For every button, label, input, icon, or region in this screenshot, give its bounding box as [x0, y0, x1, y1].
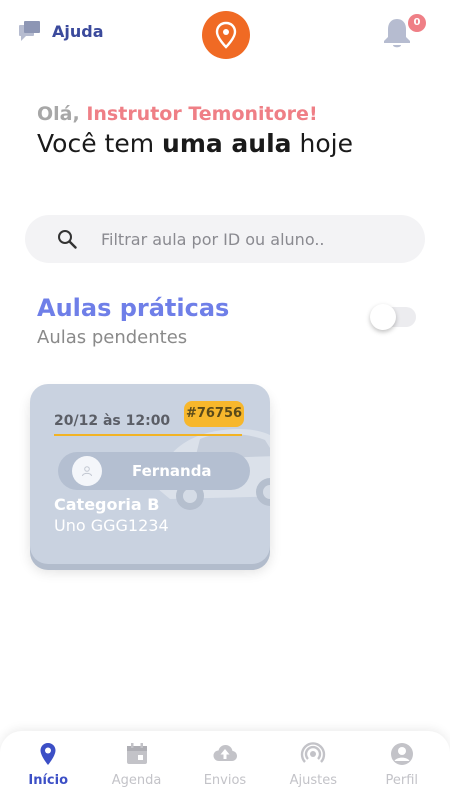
- lesson-count-headline: Você tem uma aula hoje: [37, 129, 353, 158]
- search-icon: [58, 230, 77, 249]
- location-pin-icon: [40, 743, 56, 765]
- person-icon: [82, 466, 92, 477]
- help-button[interactable]: Ajuda: [18, 20, 104, 42]
- map-pin-icon: [215, 21, 237, 49]
- toggle-knob: [370, 304, 396, 330]
- section-subtitle: Aulas pendentes: [37, 327, 188, 348]
- headline-suffix: hoje: [291, 129, 353, 158]
- lesson-divider: [54, 434, 242, 436]
- greeting-hello: Olá,: [37, 103, 87, 125]
- pending-toggle[interactable]: [370, 304, 416, 330]
- lesson-datetime: 20/12 às 12:00: [54, 413, 171, 429]
- settings-signal-icon: [301, 742, 326, 763]
- headline-bold: uma aula: [162, 129, 292, 158]
- section-title: Aulas práticas: [37, 294, 230, 322]
- nav-item-envios[interactable]: Envios: [185, 731, 265, 800]
- greeting-line: Olá, Instrutor Temonitore!: [37, 103, 318, 125]
- calendar-icon: [126, 743, 147, 764]
- search-input[interactable]: [101, 215, 401, 263]
- instructor-name: Instrutor Temonitore!: [86, 103, 318, 125]
- bottom-nav: Início Agenda Envios Ajustes Perfil: [0, 731, 450, 800]
- top-bar: Ajuda 0: [0, 0, 450, 70]
- license-category: Categoria B: [54, 495, 160, 514]
- notification-count-badge: 0: [408, 14, 426, 32]
- nav-item-agenda[interactable]: Agenda: [97, 731, 177, 800]
- headline-prefix: Você tem: [37, 129, 163, 158]
- search-bar: [25, 215, 425, 263]
- car-model-plate: Uno GGG1234: [54, 516, 169, 535]
- student-name: Fernanda: [132, 462, 212, 480]
- lesson-id-badge: #76756: [184, 401, 244, 427]
- chat-icon: [19, 21, 40, 41]
- nav-label-agenda: Agenda: [111, 773, 162, 788]
- student-chip: Fernanda: [58, 452, 250, 490]
- nav-label-perfil: Perfil: [385, 773, 419, 788]
- avatar: [72, 456, 102, 486]
- account-icon: [390, 743, 413, 765]
- lesson-card[interactable]: 20/12 às 12:00 #76756 Fernanda Categoria…: [30, 384, 270, 564]
- nav-item-ajustes[interactable]: Ajustes: [273, 731, 353, 800]
- nav-item-inicio[interactable]: Início: [8, 731, 88, 800]
- cloud-upload-icon: [213, 745, 237, 761]
- app-logo: [202, 11, 250, 59]
- nav-label-envios: Envios: [203, 773, 247, 788]
- help-label: Ajuda: [52, 21, 104, 41]
- nav-label-ajustes: Ajustes: [289, 773, 338, 788]
- nav-item-perfil[interactable]: Perfil: [362, 731, 442, 800]
- nav-label-inicio: Início: [28, 773, 69, 788]
